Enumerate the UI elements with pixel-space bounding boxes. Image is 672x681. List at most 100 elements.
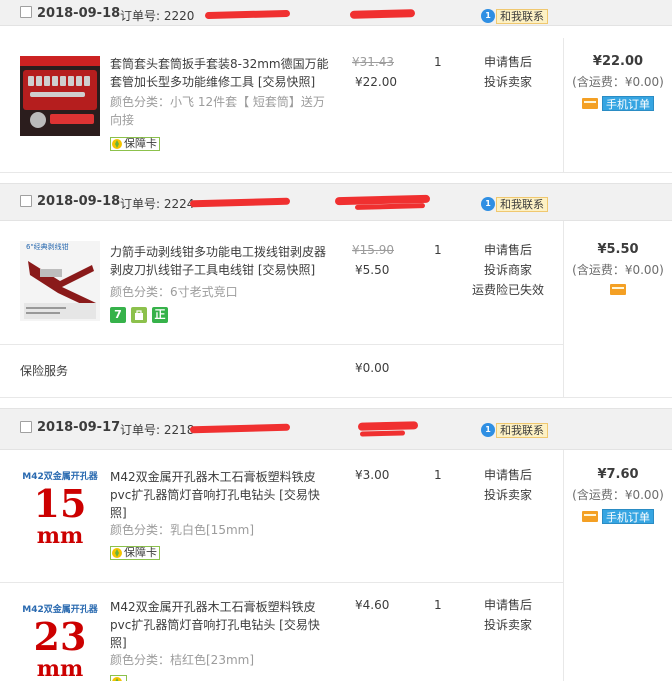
product-title[interactable]: M42双金属开孔器木工石膏板塑料铁皮pvc扩孔器筒灯音响打孔电钻头 [交易快照] xyxy=(110,598,335,652)
order-checkbox[interactable] xyxy=(20,6,32,18)
payment-row: 手机订单 xyxy=(564,509,672,524)
current-price: ¥4.60 xyxy=(355,598,390,612)
guarantee-icon xyxy=(111,138,123,150)
apply-after-sale-link[interactable]: 申请售后 xyxy=(465,240,551,260)
order-total: ¥5.50 xyxy=(597,242,639,257)
payment-row: 手机订单 xyxy=(564,96,672,111)
order-item: 套筒套头套筒扳手套装8-32mm德国万能套管加长型多功能维修工具 [交易快照] … xyxy=(0,38,563,172)
complain-seller-link[interactable]: 投诉商家 xyxy=(465,260,551,280)
contact-seller-button[interactable]: 1 和我联系 xyxy=(481,8,548,24)
payment-row xyxy=(564,284,672,295)
order-header: 2018-09-18 订单号: 2220 1 和我联系 xyxy=(0,0,672,26)
chat-icon: 1 xyxy=(481,9,495,23)
product-thumbnail[interactable] xyxy=(20,56,100,136)
item-operations: 申请售后 投诉卖家 xyxy=(468,465,548,505)
order-date: 2018-09-18 xyxy=(37,194,121,209)
order-spacer xyxy=(0,398,672,408)
service-badges: 保障卡 xyxy=(110,546,160,560)
apply-after-sale-link[interactable]: 申请售后 xyxy=(468,52,548,72)
apply-after-sale-link[interactable]: 申请售后 xyxy=(468,595,548,615)
shopping-bag-icon[interactable] xyxy=(131,307,147,323)
thumb-label: 6"经典剥线钳 xyxy=(26,242,69,251)
product-thumbnail[interactable]: M42双金属开孔器 15 mm xyxy=(20,465,100,545)
insurance-price: ¥0.00 xyxy=(355,361,390,375)
insurance-service-label: 保险服务 xyxy=(20,364,69,378)
mobile-order-button[interactable]: 手机订单 xyxy=(602,96,654,111)
guarantee-card-badge[interactable]: 保障卡 xyxy=(110,546,160,560)
redaction-mark xyxy=(349,9,416,19)
order-header: 2018-09-18 订单号: 2224 1 和我联系 xyxy=(0,183,672,221)
current-price: ¥5.50 xyxy=(355,263,390,277)
wire-stripper-image: 6"经典剥线钳 xyxy=(20,241,100,321)
shipping-fee: (含运费：¥0.00) xyxy=(572,75,664,89)
order-date: 2018-09-17 xyxy=(37,420,121,435)
order-checkbox[interactable] xyxy=(20,421,32,433)
thumb-size-number: 23 xyxy=(34,614,87,659)
product-thumbnail[interactable]: 6"经典剥线钳 xyxy=(20,241,100,321)
original-price: ¥31.43 xyxy=(352,55,394,69)
item-operations: 申请售后 投诉卖家 xyxy=(468,52,548,92)
contact-seller-button[interactable]: 1 和我联系 xyxy=(481,196,548,212)
product-sku: 颜色分类：乳白色[15mm] xyxy=(110,523,255,537)
order-item: 6"经典剥线钳 力箭手动剥线钳多功能电工拨线钳剥皮器剥皮刀扒线钳子工具电线钳 [… xyxy=(0,221,563,345)
order-number[interactable]: 订单号: 2220 xyxy=(120,7,194,24)
service-badges: 保障卡 xyxy=(110,137,160,151)
order-item: M42双金属开孔器 23 mm M42双金属开孔器木工石膏板塑料铁皮pvc扩孔器… xyxy=(0,583,563,681)
complain-seller-link[interactable]: 投诉卖家 xyxy=(468,615,548,635)
chat-icon: 1 xyxy=(481,423,495,437)
service-badges xyxy=(110,675,127,681)
complain-seller-link[interactable]: 投诉卖家 xyxy=(468,72,548,92)
redaction-mark xyxy=(189,423,291,434)
original-price: ¥15.90 xyxy=(352,243,394,257)
contact-label: 和我联系 xyxy=(496,196,548,212)
shipping-fee: (含运费：¥0.00) xyxy=(572,263,664,277)
order-spacer xyxy=(0,173,672,183)
order-total: ¥7.60 xyxy=(597,467,639,482)
product-sku: 颜色分类：6寸老式竞口 xyxy=(110,285,238,299)
thumb-size-number: 15 xyxy=(34,481,87,526)
guarantee-card-badge[interactable] xyxy=(110,675,127,681)
item-operations: 申请售后 投诉商家 运费险已失效 xyxy=(465,240,551,300)
order-number[interactable]: 订单号: 2218 xyxy=(120,421,194,438)
current-price: ¥22.00 xyxy=(355,75,397,89)
socket-set-image xyxy=(20,56,100,136)
order-total: ¥22.00 xyxy=(592,54,644,69)
product-title[interactable]: M42双金属开孔器木工石膏板塑料铁皮pvc扩孔器筒灯音响打孔电钻头 [交易快照] xyxy=(110,468,335,522)
seven-day-return-icon[interactable]: 7 xyxy=(110,307,126,323)
payment-card-icon[interactable] xyxy=(582,98,598,109)
contact-label: 和我联系 xyxy=(496,8,548,24)
order-date: 2018-09-18 xyxy=(37,6,121,21)
order-checkbox[interactable] xyxy=(20,195,32,207)
current-price: ¥3.00 xyxy=(355,468,390,482)
apply-after-sale-link[interactable]: 申请售后 xyxy=(468,465,548,485)
complain-seller-link[interactable]: 投诉卖家 xyxy=(468,485,548,505)
order-total-column: ¥5.50 (含运费：¥0.00) xyxy=(564,240,672,295)
order-total-column: ¥7.60 (含运费：¥0.00) 手机订单 xyxy=(564,465,672,524)
product-title[interactable]: 套筒套头套筒扳手套装8-32mm德国万能套管加长型多功能维修工具 [交易快照] xyxy=(110,55,335,91)
redaction-mark xyxy=(359,430,406,437)
redaction-mark xyxy=(189,197,291,208)
chat-icon: 1 xyxy=(481,197,495,211)
payment-card-icon[interactable] xyxy=(610,284,626,295)
product-thumbnail[interactable]: M42双金属开孔器 23 mm xyxy=(20,598,100,681)
hole-saw-image: M42双金属开孔器 15 mm xyxy=(22,470,98,545)
redaction-mark xyxy=(204,9,291,20)
genuine-icon[interactable]: 正 xyxy=(152,307,168,323)
order-item: M42双金属开孔器 15 mm M42双金属开孔器木工石膏板塑料铁皮pvc扩孔器… xyxy=(0,450,563,582)
guarantee-card-badge[interactable]: 保障卡 xyxy=(110,137,160,151)
thumb-size-unit: mm xyxy=(37,656,84,681)
shipping-insurance-status: 运费险已失效 xyxy=(471,283,544,297)
quantity: 1 xyxy=(434,55,442,69)
shipping-fee: (含运费：¥0.00) xyxy=(572,488,664,502)
payment-card-icon[interactable] xyxy=(582,511,598,522)
item-operations: 申请售后 投诉卖家 xyxy=(468,595,548,635)
product-sku: 颜色分类：小飞 12件套【 短套筒】送万向接 xyxy=(110,95,325,127)
mobile-order-button[interactable]: 手机订单 xyxy=(602,509,654,524)
hole-saw-image: M42双金属开孔器 23 mm xyxy=(22,603,98,681)
order-number[interactable]: 订单号: 2224 xyxy=(120,195,194,212)
service-badges: 7 正 xyxy=(110,307,168,323)
contact-seller-button[interactable]: 1 和我联系 xyxy=(481,422,548,438)
product-title[interactable]: 力箭手动剥线钳多功能电工拨线钳剥皮器剥皮刀扒线钳子工具电线钳 [交易快照] xyxy=(110,243,335,279)
order-header: 2018-09-17 订单号: 2218 1 和我联系 xyxy=(0,408,672,450)
guarantee-icon xyxy=(111,547,123,559)
